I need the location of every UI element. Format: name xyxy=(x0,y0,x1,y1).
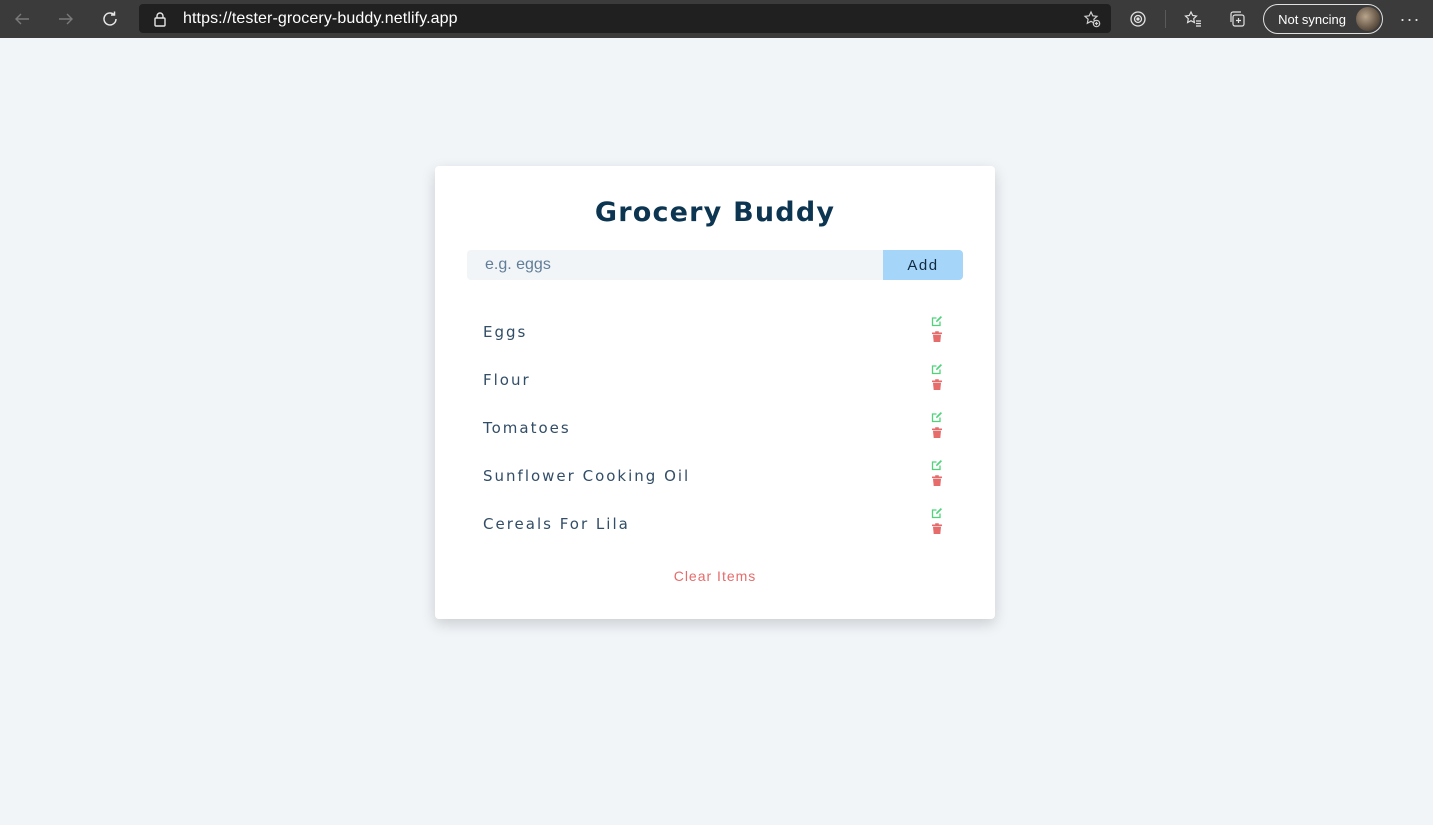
edit-button[interactable] xyxy=(930,506,944,520)
browser-toolbar: https://tester-grocery-buddy.netlify.app… xyxy=(0,0,1433,38)
arrow-right-icon xyxy=(59,13,73,25)
address-bar[interactable]: https://tester-grocery-buddy.netlify.app xyxy=(139,4,1111,33)
profile-sync-button[interactable]: Not syncing xyxy=(1263,4,1383,34)
list-item: Flour xyxy=(467,356,963,404)
target-icon xyxy=(1130,11,1146,27)
edit-icon xyxy=(931,315,942,326)
item-title: Sunflower Cooking Oil xyxy=(483,467,691,485)
edit-icon xyxy=(931,507,942,518)
refresh-button[interactable] xyxy=(88,0,132,38)
more-dots-icon: ··· xyxy=(1399,8,1421,29)
forward-button[interactable] xyxy=(44,0,88,38)
url-text[interactable]: https://tester-grocery-buddy.netlify.app xyxy=(183,10,458,28)
item-actions xyxy=(930,506,944,538)
grocery-card: Grocery Buddy Add Eggs Flour xyxy=(435,166,995,619)
trash-icon xyxy=(932,330,942,342)
item-title: Eggs xyxy=(483,323,528,341)
edit-button[interactable] xyxy=(930,458,944,472)
favorites-icon xyxy=(1184,10,1202,27)
item-title: Tomatoes xyxy=(483,419,571,437)
collections-icon xyxy=(1230,11,1245,27)
grocery-form: Add xyxy=(467,250,963,280)
list-item: Sunflower Cooking Oil xyxy=(467,452,963,500)
edit-icon xyxy=(931,363,942,374)
edit-icon xyxy=(931,411,942,422)
tracking-prevention-button[interactable] xyxy=(1116,0,1160,38)
trash-icon xyxy=(932,426,942,438)
favorites-button[interactable] xyxy=(1171,0,1215,38)
delete-button[interactable] xyxy=(930,378,944,392)
trash-icon xyxy=(932,522,942,534)
more-menu-button[interactable]: ··· xyxy=(1387,0,1433,38)
delete-button[interactable] xyxy=(930,474,944,488)
item-actions xyxy=(930,362,944,394)
collections-button[interactable] xyxy=(1215,0,1259,38)
item-actions xyxy=(930,410,944,442)
trash-icon xyxy=(932,378,942,390)
delete-button[interactable] xyxy=(930,330,944,344)
list-item: Cereals For Lila xyxy=(467,500,963,548)
add-favorite-icon[interactable] xyxy=(1083,10,1101,28)
edit-button[interactable] xyxy=(930,362,944,376)
item-title: Cereals For Lila xyxy=(483,515,630,533)
add-button[interactable]: Add xyxy=(883,250,963,280)
item-actions xyxy=(930,458,944,490)
list-item: Eggs xyxy=(467,308,963,356)
item-actions xyxy=(930,314,944,346)
item-title: Flour xyxy=(483,371,531,389)
list-item: Tomatoes xyxy=(467,404,963,452)
edit-button[interactable] xyxy=(930,410,944,424)
item-input[interactable] xyxy=(467,250,883,280)
toolbar-right: Not syncing ··· xyxy=(1116,0,1433,38)
refresh-icon xyxy=(103,11,117,26)
arrow-left-icon xyxy=(15,13,29,25)
lock-icon xyxy=(153,11,167,27)
grocery-list: Eggs Flour Tomatoes Sunflower Cooking Oi… xyxy=(467,308,963,548)
sync-status-label: Not syncing xyxy=(1278,11,1346,27)
back-button[interactable] xyxy=(0,0,44,38)
page-title: Grocery Buddy xyxy=(594,197,836,228)
delete-button[interactable] xyxy=(930,426,944,440)
edit-icon xyxy=(931,459,942,470)
trash-icon xyxy=(932,474,942,486)
avatar xyxy=(1356,7,1380,31)
delete-button[interactable] xyxy=(930,522,944,536)
clear-items-button[interactable]: Clear Items xyxy=(435,568,995,584)
edit-button[interactable] xyxy=(930,314,944,328)
toolbar-divider xyxy=(1165,10,1167,28)
